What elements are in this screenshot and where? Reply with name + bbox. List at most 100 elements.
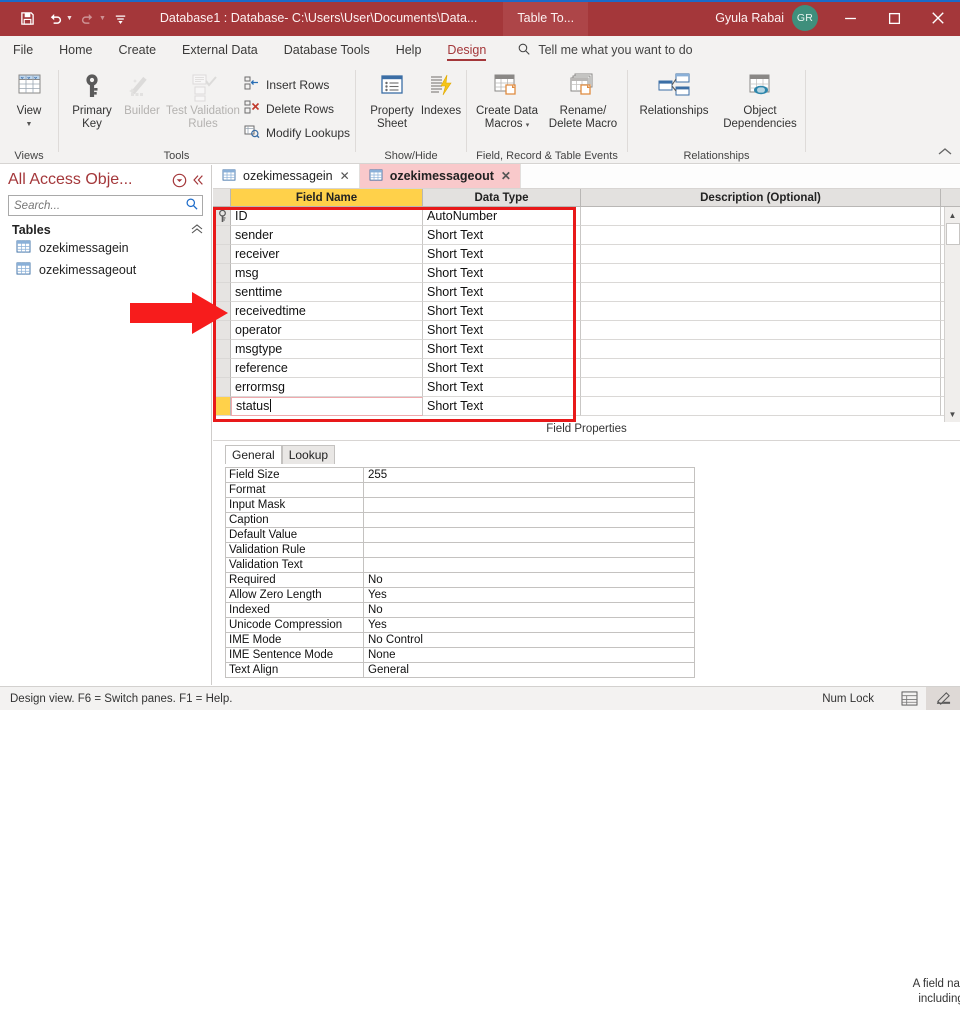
close-icon[interactable]: ✕: [340, 169, 350, 183]
collapse-ribbon-icon[interactable]: [938, 147, 952, 160]
property-value[interactable]: 255: [364, 468, 694, 482]
property-value[interactable]: Yes: [364, 618, 694, 632]
property-value[interactable]: None: [364, 648, 694, 662]
table-row[interactable]: operator Short Text: [213, 321, 960, 340]
property-row[interactable]: Indexed No: [226, 603, 694, 618]
delete-rows-button[interactable]: Delete Rows: [244, 100, 334, 118]
cell-field-name[interactable]: sender: [231, 226, 423, 245]
cell-description[interactable]: [581, 245, 941, 264]
row-selector[interactable]: [213, 207, 231, 226]
view-dropdown-icon[interactable]: ▼: [26, 118, 33, 131]
property-value[interactable]: No: [364, 603, 694, 617]
cell-field-name[interactable]: msg: [231, 264, 423, 283]
cell-description[interactable]: [581, 207, 941, 226]
customize-qat-icon[interactable]: [108, 5, 134, 31]
property-value[interactable]: No: [364, 573, 694, 587]
property-value[interactable]: [364, 483, 694, 497]
datasheet-view-icon[interactable]: [892, 687, 926, 710]
minimize-icon[interactable]: [828, 0, 872, 36]
nav-item-ozekimessagein[interactable]: ozekimessagein: [0, 237, 211, 259]
create-data-macros-button[interactable]: Create Data Macros ▾: [473, 70, 541, 132]
property-row[interactable]: Default Value: [226, 528, 694, 543]
column-header-description[interactable]: Description (Optional): [581, 189, 941, 207]
search-input[interactable]: [12, 199, 185, 213]
cell-description[interactable]: [581, 340, 941, 359]
cell-field-name-editing[interactable]: status: [231, 397, 423, 416]
tab-create[interactable]: Create: [106, 36, 170, 64]
close-icon[interactable]: ✕: [501, 169, 511, 183]
table-row-active[interactable]: status Short Text: [213, 397, 960, 416]
property-row[interactable]: Required No: [226, 573, 694, 588]
table-row[interactable]: errormsg Short Text: [213, 378, 960, 397]
cell-data-type[interactable]: Short Text: [423, 264, 581, 283]
scroll-down-icon[interactable]: ▼: [945, 406, 960, 422]
cell-field-name[interactable]: receiver: [231, 245, 423, 264]
property-value[interactable]: [364, 543, 694, 557]
cell-description[interactable]: [581, 264, 941, 283]
table-row[interactable]: msg Short Text: [213, 264, 960, 283]
undo-dropdown-icon[interactable]: ▼: [66, 15, 73, 22]
scrollbar-thumb[interactable]: [946, 223, 960, 245]
table-row[interactable]: msgtype Short Text: [213, 340, 960, 359]
property-row[interactable]: Caption: [226, 513, 694, 528]
property-value[interactable]: [364, 498, 694, 512]
property-value[interactable]: [364, 513, 694, 527]
table-row[interactable]: reference Short Text: [213, 359, 960, 378]
create-data-macros-dropdown-icon[interactable]: ▾: [526, 122, 530, 129]
property-value[interactable]: [364, 528, 694, 542]
row-selector[interactable]: [213, 359, 231, 378]
table-row[interactable]: senttime Short Text: [213, 283, 960, 302]
doc-tab-ozekimessagein[interactable]: ozekimessagein ✕: [213, 164, 360, 188]
property-row[interactable]: IME Sentence Mode None: [226, 648, 694, 663]
view-button[interactable]: View ▼: [0, 70, 58, 131]
table-row[interactable]: receiver Short Text: [213, 245, 960, 264]
maximize-icon[interactable]: [872, 0, 916, 36]
cell-field-name[interactable]: ID: [231, 207, 423, 226]
cell-data-type[interactable]: Short Text: [423, 321, 581, 340]
indexes-button[interactable]: Indexes: [418, 70, 464, 118]
save-icon[interactable]: [14, 5, 40, 31]
cell-field-name[interactable]: senttime: [231, 283, 423, 302]
search-icon[interactable]: [185, 197, 199, 214]
cell-field-name[interactable]: reference: [231, 359, 423, 378]
cell-field-name[interactable]: operator: [231, 321, 423, 340]
tab-general[interactable]: General: [225, 445, 282, 464]
property-row[interactable]: Allow Zero Length Yes: [226, 588, 694, 603]
property-value[interactable]: No Control: [364, 633, 694, 647]
redo-dropdown-icon[interactable]: ▼: [99, 15, 106, 22]
nav-filter-dropdown-icon[interactable]: [172, 173, 187, 188]
nav-search-box[interactable]: [8, 195, 203, 216]
cell-field-name[interactable]: msgtype: [231, 340, 423, 359]
cell-data-type[interactable]: Short Text: [423, 226, 581, 245]
tab-home[interactable]: Home: [46, 36, 105, 64]
tab-design[interactable]: Design: [434, 36, 499, 64]
avatar[interactable]: GR: [792, 5, 818, 31]
cell-data-type[interactable]: Short Text: [423, 245, 581, 264]
object-dependencies-button[interactable]: Object Dependencies: [720, 70, 800, 131]
row-selector[interactable]: [213, 264, 231, 283]
property-value[interactable]: General: [364, 663, 694, 677]
cell-description[interactable]: [581, 378, 941, 397]
scroll-up-icon[interactable]: ▲: [945, 207, 960, 223]
property-value[interactable]: [364, 558, 694, 572]
row-selector[interactable]: [213, 226, 231, 245]
nav-group-tables[interactable]: Tables: [12, 223, 203, 237]
cell-data-type[interactable]: Short Text: [423, 397, 581, 416]
grid-select-all-corner[interactable]: [213, 189, 231, 207]
column-header-field-name[interactable]: Field Name: [231, 189, 423, 207]
property-row[interactable]: Input Mask: [226, 498, 694, 513]
table-row[interactable]: receivedtime Short Text: [213, 302, 960, 321]
property-value[interactable]: Yes: [364, 588, 694, 602]
tell-me-search[interactable]: Tell me what you want to do: [517, 42, 692, 59]
cell-data-type[interactable]: Short Text: [423, 359, 581, 378]
property-row[interactable]: Text Align General: [226, 663, 694, 678]
modify-lookups-button[interactable]: Modify Lookups: [244, 124, 350, 142]
row-selector-active[interactable]: [213, 397, 231, 416]
cell-description[interactable]: [581, 283, 941, 302]
property-row[interactable]: Format: [226, 483, 694, 498]
cell-description[interactable]: [581, 302, 941, 321]
column-header-data-type[interactable]: Data Type: [423, 189, 581, 207]
account-area[interactable]: Gyula Rabai GR: [715, 5, 818, 31]
cell-data-type[interactable]: Short Text: [423, 302, 581, 321]
row-selector[interactable]: [213, 378, 231, 397]
